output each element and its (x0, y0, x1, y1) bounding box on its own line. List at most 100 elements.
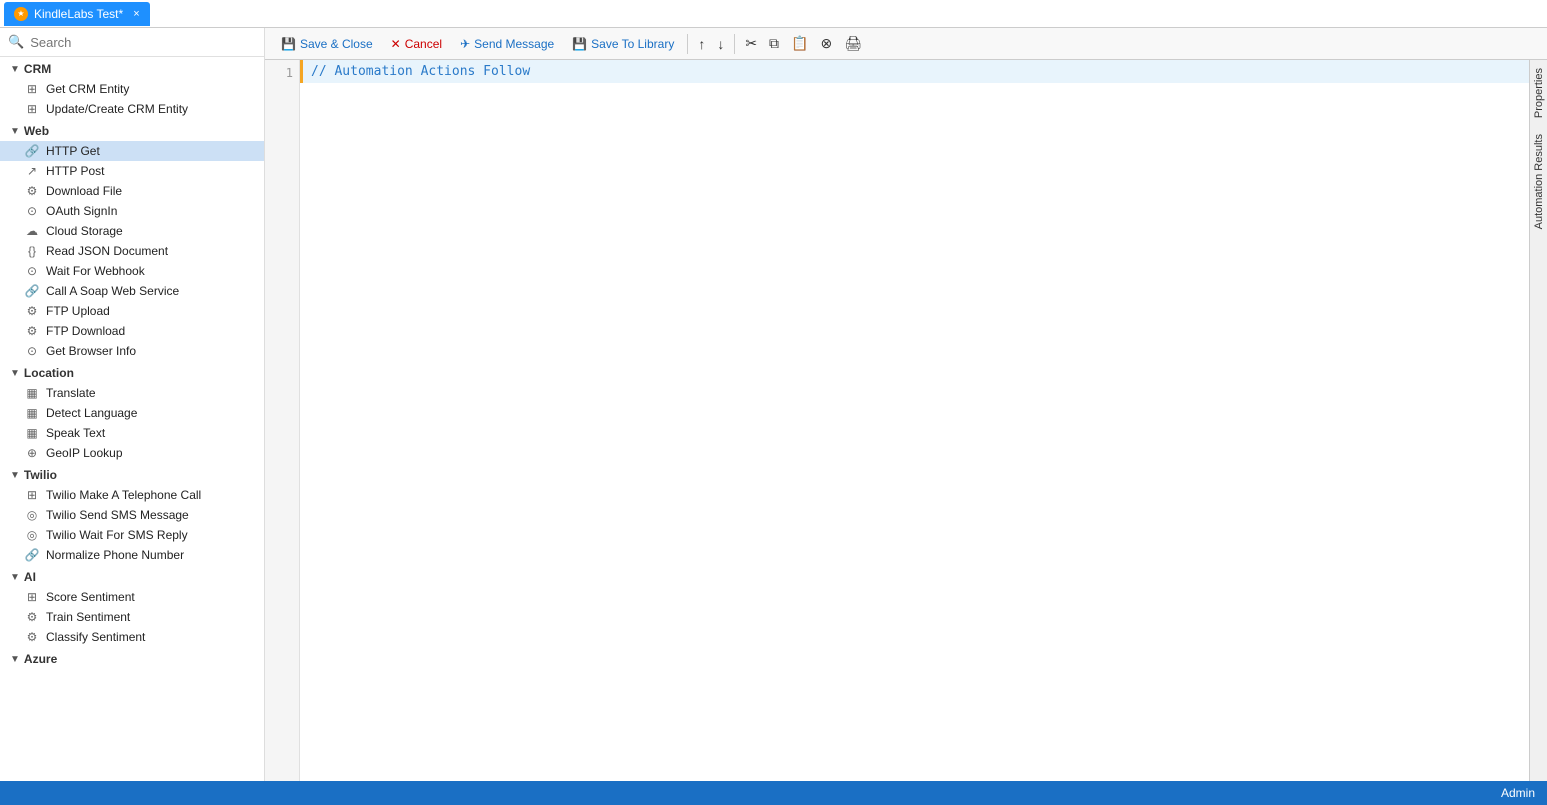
speak-text-label: Speak Text (46, 426, 105, 440)
cloud-storage-label: Cloud Storage (46, 224, 123, 238)
read-json-icon: {} (24, 244, 40, 258)
wait-webhook-label: Wait For Webhook (46, 264, 145, 278)
section-location[interactable]: ▼ Location (0, 361, 264, 383)
sidebar-item-speak-text[interactable]: ▦ Speak Text (0, 423, 264, 443)
search-input[interactable] (30, 35, 256, 50)
ftp-download-label: FTP Download (46, 324, 125, 338)
score-sentiment-label: Score Sentiment (46, 590, 135, 604)
sidebar-item-ftp-download[interactable]: ⚙ FTP Download (0, 321, 264, 341)
geoip-icon: ⊕ (24, 446, 40, 460)
move-down-button[interactable]: ↓ (712, 33, 729, 55)
sidebar-item-classify-sentiment[interactable]: ⚙ Classify Sentiment (0, 627, 264, 647)
title-bar: ★ KindleLabs Test* × (0, 0, 1547, 28)
save-to-library-button[interactable]: 💾 Save To Library (564, 34, 682, 54)
sidebar-item-score-sentiment[interactable]: ⊞ Score Sentiment (0, 587, 264, 607)
http-post-icon: ↗ (24, 164, 40, 178)
ftp-upload-label: FTP Upload (46, 304, 110, 318)
location-label: Location (24, 366, 74, 380)
properties-tab[interactable]: Properties (1531, 60, 1547, 126)
cut-button[interactable]: ✂ (740, 32, 762, 55)
save-close-button[interactable]: 💾 Save & Close (273, 34, 381, 54)
section-crm[interactable]: ▼ CRM (0, 57, 264, 79)
ftp-upload-icon: ⚙ (24, 304, 40, 318)
right-panel: Properties Automation Results (1529, 60, 1547, 781)
ai-label: AI (24, 570, 36, 584)
soap-icon: 🔗 (24, 284, 40, 298)
translate-icon: ▦ (24, 386, 40, 400)
footer-user: Admin (1501, 786, 1535, 800)
line-number-1: 1 (265, 64, 293, 83)
editor-content[interactable]: // Automation Actions Follow (300, 60, 1529, 781)
sidebar-item-twilio-wait-sms[interactable]: ◎ Twilio Wait For SMS Reply (0, 525, 264, 545)
sidebar-item-twilio-sms[interactable]: ◎ Twilio Send SMS Message (0, 505, 264, 525)
sidebar-item-get-browser-info[interactable]: ⊙ Get Browser Info (0, 341, 264, 361)
sidebar-item-normalize-phone[interactable]: 🔗 Normalize Phone Number (0, 545, 264, 565)
sidebar-item-update-crm-entity[interactable]: ⊞ Update/Create CRM Entity (0, 99, 264, 119)
sidebar-item-geoip-lookup[interactable]: ⊕ GeoIP Lookup (0, 443, 264, 463)
sidebar-item-detect-language[interactable]: ▦ Detect Language (0, 403, 264, 423)
sidebar-item-cloud-storage[interactable]: ☁ Cloud Storage (0, 221, 264, 241)
cancel-button[interactable]: ✕ Cancel (383, 34, 450, 54)
azure-label: Azure (24, 652, 57, 666)
sidebar-item-http-post[interactable]: ↗ HTTP Post (0, 161, 264, 181)
crm-arrow-icon: ▼ (10, 64, 20, 75)
sidebar: 🔍 ▼ CRM ⊞ Get CRM Entity ⊞ Update/Create… (0, 28, 265, 781)
web-label: Web (24, 124, 49, 138)
download-file-icon: ⚙ (24, 184, 40, 198)
normalize-phone-label: Normalize Phone Number (46, 548, 184, 562)
get-browser-info-label: Get Browser Info (46, 344, 136, 358)
twilio-sms-icon: ◎ (24, 508, 40, 522)
sidebar-item-get-crm-entity[interactable]: ⊞ Get CRM Entity (0, 79, 264, 99)
crm-label: CRM (24, 62, 51, 76)
sidebar-item-download-file[interactable]: ⚙ Download File (0, 181, 264, 201)
tab-icon: ★ (14, 7, 28, 21)
location-arrow-icon: ▼ (10, 368, 20, 379)
search-icon: 🔍 (8, 34, 24, 50)
sidebar-item-http-get[interactable]: 🔗 HTTP Get (0, 141, 264, 161)
copy-button[interactable]: ⧉ (764, 32, 784, 55)
get-browser-info-icon: ⊙ (24, 344, 40, 358)
classify-sentiment-label: Classify Sentiment (46, 630, 145, 644)
toolbar-separator-1 (687, 34, 688, 54)
move-up-button[interactable]: ↑ (693, 33, 710, 55)
sidebar-item-translate[interactable]: ▦ Translate (0, 383, 264, 403)
section-ai[interactable]: ▼ AI (0, 565, 264, 587)
section-web[interactable]: ▼ Web (0, 119, 264, 141)
content-area: 💾 Save & Close ✕ Cancel ✈ Send Message 💾… (265, 28, 1547, 781)
editor-line-1-text: // Automation Actions Follow (311, 62, 530, 81)
sidebar-item-read-json[interactable]: {} Read JSON Document (0, 241, 264, 261)
twilio-arrow-icon: ▼ (10, 470, 20, 481)
classify-sentiment-icon: ⚙ (24, 630, 40, 644)
detect-language-icon: ▦ (24, 406, 40, 420)
tab-close-button[interactable]: × (133, 8, 139, 20)
soap-label: Call A Soap Web Service (46, 284, 179, 298)
cancel-icon: ✕ (391, 37, 401, 51)
ftp-download-icon: ⚙ (24, 324, 40, 338)
save-close-icon: 💾 (281, 37, 296, 51)
sidebar-item-twilio-call[interactable]: ⊞ Twilio Make A Telephone Call (0, 485, 264, 505)
get-crm-entity-icon: ⊞ (24, 82, 40, 96)
sidebar-item-ftp-upload[interactable]: ⚙ FTP Upload (0, 301, 264, 321)
delete-button[interactable]: ⊗ (815, 32, 837, 55)
translate-label: Translate (46, 386, 96, 400)
footer: Admin (0, 781, 1547, 805)
search-bar: 🔍 (0, 28, 264, 57)
send-message-button[interactable]: ✈ Send Message (452, 34, 562, 54)
sidebar-item-train-sentiment[interactable]: ⚙ Train Sentiment (0, 607, 264, 627)
section-azure[interactable]: ▼ Azure (0, 647, 264, 669)
sidebar-item-wait-webhook[interactable]: ⊙ Wait For Webhook (0, 261, 264, 281)
toolbar-separator-2 (734, 34, 735, 54)
line-numbers: 1 (265, 60, 300, 781)
twilio-call-icon: ⊞ (24, 488, 40, 502)
automation-results-tab[interactable]: Automation Results (1531, 126, 1547, 237)
sidebar-item-oauth-signin[interactable]: ⊙ OAuth SignIn (0, 201, 264, 221)
sidebar-item-soap[interactable]: 🔗 Call A Soap Web Service (0, 281, 264, 301)
print-button[interactable]: 🖨 (839, 32, 867, 55)
tab-kindlelabs[interactable]: ★ KindleLabs Test* × (4, 2, 150, 26)
section-twilio[interactable]: ▼ Twilio (0, 463, 264, 485)
wait-webhook-icon: ⊙ (24, 264, 40, 278)
update-crm-entity-label: Update/Create CRM Entity (46, 102, 188, 116)
tab-label: KindleLabs Test* (34, 7, 123, 21)
paste-button[interactable]: 📋 (786, 32, 813, 55)
geoip-label: GeoIP Lookup (46, 446, 123, 460)
